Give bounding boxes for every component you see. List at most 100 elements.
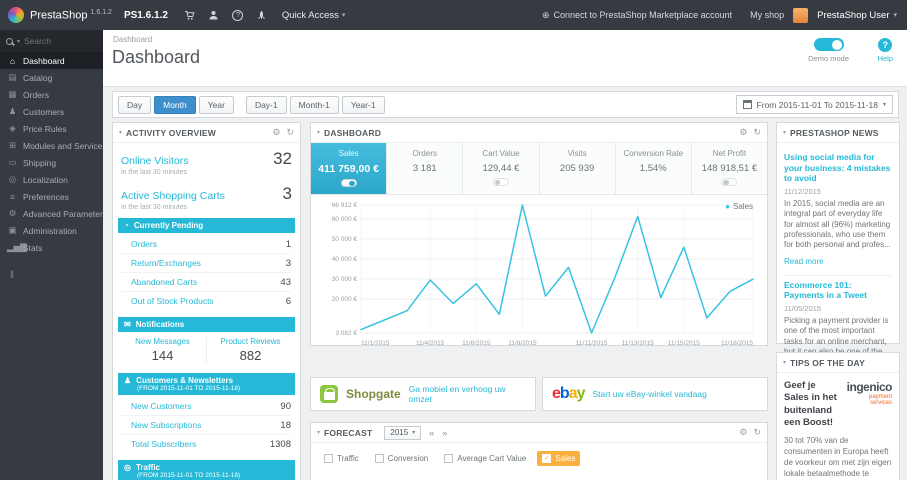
activity-panel-header: ▾ ACTIVITY OVERVIEW ⚙ ↻ (113, 123, 300, 143)
online-visitors-link[interactable]: Online Visitors (121, 155, 189, 167)
active-carts-link[interactable]: Active Shopping Carts (121, 190, 225, 202)
filter-day-1-button[interactable]: Day-1 (245, 95, 287, 114)
forecast-traffic-checkbox[interactable]: Traffic (319, 451, 364, 466)
panel-caret-icon: ▾ (783, 130, 787, 136)
forecast-next-button[interactable]: » (442, 428, 447, 438)
refresh-icon[interactable]: ↻ (286, 127, 294, 138)
demo-mode-toggle[interactable] (813, 38, 844, 51)
kpi-net-profit[interactable]: Net Profit 148 918,51 € (691, 143, 768, 194)
breadcrumb[interactable]: Dashboard (113, 35, 152, 44)
abandoned-carts-link[interactable]: Abandoned Carts (131, 277, 197, 287)
help-button[interactable]: ? Help (878, 38, 893, 63)
filter-day-button[interactable]: Day (118, 95, 152, 114)
kpi-cart-value-toggle[interactable] (492, 178, 509, 186)
sidebar-item-stats[interactable]: ▂▅▇ Stats (0, 239, 103, 256)
refresh-icon[interactable]: ↻ (753, 427, 761, 438)
new-subscriptions-link[interactable]: New Subscriptions (131, 420, 201, 430)
rocket-icon[interactable] (250, 0, 274, 30)
sidebar-item-orders[interactable]: ▦ Orders (0, 86, 103, 103)
shopgate-link[interactable]: Ga mobiel en verhoog uw omzet (409, 384, 526, 404)
employee-icon[interactable] (202, 0, 226, 30)
tips-body: Geef je Sales in het buitenland een Boos… (777, 373, 899, 480)
forecast-sales-checkbox[interactable]: ✓ Sales (537, 451, 581, 466)
product-reviews-stat[interactable]: Product Reviews 882 (206, 337, 294, 363)
prestashop-news-panel: ▾ PRESTASHOP NEWS Using social media for… (776, 122, 900, 418)
my-shop-label: My shop (750, 10, 785, 20)
price-rules-icon: ◈ (9, 123, 16, 133)
product-reviews-label: Product Reviews (220, 337, 281, 346)
read-more-link[interactable]: Read more (784, 257, 824, 266)
forecast-prev-button[interactable]: « (429, 428, 434, 438)
new-customers-link[interactable]: New Customers (131, 401, 191, 411)
gear-icon[interactable]: ⚙ (739, 427, 747, 438)
filter-month-1-button[interactable]: Month-1 (289, 95, 339, 114)
kpi-cart-value[interactable]: Cart Value 129,44 € (463, 143, 540, 194)
kpi-sales[interactable]: Sales 411 759,00 € (311, 143, 388, 194)
filter-year-button[interactable]: Year (198, 95, 234, 114)
my-shop-link[interactable]: My shop (750, 10, 784, 20)
table-row: Return/Exchanges 3 (122, 254, 291, 273)
sidebar-item-preferences[interactable]: ≡ Preferences (0, 188, 103, 205)
orders-icon: ▦ (8, 89, 17, 99)
calendar-icon (742, 100, 752, 109)
filter-year-1-button[interactable]: Year-1 (341, 95, 385, 114)
sidebar-item-shipping[interactable]: ▭ Shipping (0, 154, 103, 171)
sidebar-item-modules[interactable]: ⊞ Modules and Services (0, 137, 103, 154)
new-messages-stat[interactable]: New Messages 144 (119, 337, 206, 363)
sidebar: ▾ ⌂ Dashboard ▤ Catalog ▦ Orders ♟ Customers… (0, 30, 103, 480)
forecast-year-select[interactable]: 2015 ▾ (384, 425, 422, 440)
forecast-conversion-label: Conversion (387, 454, 429, 463)
date-range-picker[interactable]: From 2015-11-01 To 2015-11-18 ▾ (735, 95, 893, 114)
cart-icon[interactable] (178, 0, 202, 30)
sidebar-item-price-rules[interactable]: ◈ Price Rules (0, 120, 103, 137)
legend-dot-icon: ● (725, 202, 730, 211)
sliders-icon: ≡ (10, 191, 15, 202)
forecast-cart-value-checkbox[interactable]: Average Cart Value (439, 451, 531, 466)
quick-access-menu[interactable]: Quick Access ▾ (282, 10, 346, 21)
active-carts-metric: Active Shopping Carts 3 in the last 30 m… (113, 178, 300, 213)
kpi-net-profit-toggle[interactable] (721, 178, 738, 186)
filter-month-button[interactable]: Month (154, 95, 196, 114)
forecast-conversion-checkbox[interactable]: Conversion (370, 451, 433, 466)
kpi-visits[interactable]: Visits 205 939 (539, 143, 616, 194)
sidebar-search[interactable]: ▾ (0, 30, 103, 52)
kpi-sales-toggle[interactable] (340, 179, 357, 187)
article-title-link[interactable]: Using social media for your business: 4 … (784, 152, 892, 184)
search-input[interactable] (24, 36, 77, 46)
kpi-orders[interactable]: Orders 3 181 (387, 143, 464, 194)
pending-returns-link[interactable]: Return/Exchanges (131, 258, 201, 268)
sidebar-item-catalog[interactable]: ▤ Catalog (0, 69, 103, 86)
page-title: Dashboard (112, 47, 201, 67)
sidebar-item-customers[interactable]: ♟ Customers (0, 103, 103, 120)
sidebar-item-localization[interactable]: ◎ Localization (0, 171, 103, 188)
ebay-link[interactable]: Start uw eBay-winkel vandaag (593, 389, 707, 399)
ebay-promo[interactable]: ebay Start uw eBay-winkel vandaag (542, 377, 768, 411)
pending-orders-link[interactable]: Orders (131, 239, 157, 249)
sidebar-collapse-button[interactable]: ‖ (0, 256, 24, 295)
pending-orders-value: 1 (285, 238, 291, 250)
envelope-icon: ✉ (124, 320, 131, 329)
demo-mode-control: Demo mode (808, 38, 849, 63)
total-subscribers-link[interactable]: Total Subscribers (131, 439, 196, 449)
shop-name-link[interactable]: PS1.6.1.2 (124, 10, 168, 21)
marketplace-label: Connect to PrestaShop Marketplace accoun… (553, 10, 733, 20)
help-bubble-icon[interactable]: ? (226, 0, 250, 30)
gear-icon[interactable]: ⚙ (739, 127, 747, 138)
sidebar-item-dashboard[interactable]: ⌂ Dashboard (0, 52, 103, 69)
shopgate-promo[interactable]: Shopgate Ga mobiel en verhoog uw omzet (310, 377, 536, 411)
gear-icon[interactable]: ⚙ (272, 127, 280, 138)
kpi-cart-value-label: Cart Value (482, 149, 520, 158)
sidebar-item-advanced-parameters[interactable]: ⚙ Advanced Parameters (0, 205, 103, 222)
out-of-stock-link[interactable]: Out of Stock Products (131, 296, 214, 306)
article-title-link[interactable]: Ecommerce 101: Payments in a Tweet (784, 280, 892, 301)
marketplace-link[interactable]: ⊕ Connect to PrestaShop Marketplace acco… (542, 10, 732, 21)
table-row: New Subscriptions 18 (122, 416, 291, 435)
forecast-traffic-label: Traffic (337, 454, 359, 463)
refresh-icon[interactable]: ↻ (753, 127, 761, 138)
kpi-conversion-rate[interactable]: Conversion Rate 1.54% (615, 143, 692, 194)
sidebar-item-label: Administration (23, 225, 77, 236)
sidebar-item-administration[interactable]: ▣ Administration (0, 222, 103, 239)
activity-overview-panel: ▾ ACTIVITY OVERVIEW ⚙ ↻ Online Visitors … (112, 122, 301, 480)
notifications-title: Notifications (135, 320, 185, 329)
user-menu[interactable]: PrestaShop User ▾ (793, 7, 897, 23)
